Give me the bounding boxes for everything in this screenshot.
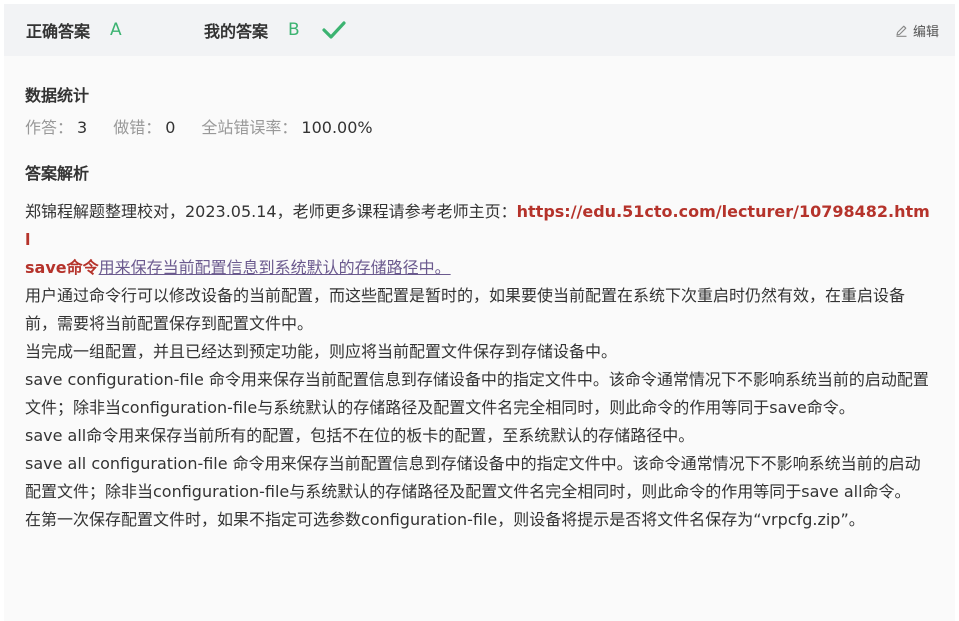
- stat-answered: 作答： 3: [25, 114, 87, 138]
- my-answer-group: 我的答案 B: [204, 4, 346, 56]
- correct-answer-group: 正确答案 A: [26, 4, 122, 56]
- stat-error-rate-value: 100.00%: [301, 118, 373, 137]
- stats-title: 数据统计: [25, 86, 90, 105]
- correct-answer-label: 正确答案: [26, 22, 91, 41]
- analysis-para-1: 用户通过命令行可以修改设备的当前配置，而这些配置是暂时的，如果要使当前配置在系统…: [25, 286, 906, 333]
- analysis-para-6: 在第一次保存配置文件时，如果不指定可选参数configuration-file，…: [25, 510, 865, 529]
- analysis-body: 郑锦程解题整理校对，2023.05.14，老师更多课程请参考老师主页：https…: [25, 198, 935, 534]
- analysis-title: 答案解析: [25, 164, 90, 183]
- check-icon: [322, 20, 346, 40]
- answer-header: 正确答案 A 我的答案 B 编辑: [4, 4, 955, 56]
- correct-answer-value: A: [110, 20, 122, 40]
- intro-text: 郑锦程解题整理校对，2023.05.14，老师更多课程请参考老师主页：: [25, 202, 517, 221]
- analysis-para-3: save configuration-file 命令用来保存当前配置信息到存储设…: [25, 370, 929, 417]
- analysis-intro: 郑锦程解题整理校对，2023.05.14，老师更多课程请参考老师主页：https…: [25, 198, 935, 254]
- stat-wrong-value: 0: [165, 118, 176, 137]
- stat-wrong: 做错： 0: [113, 114, 175, 138]
- save-command-description: 用来保存当前配置信息到系统默认的存储路径中。: [98, 258, 451, 277]
- stat-answered-label: 作答：: [25, 118, 74, 137]
- save-command-line: save命令用来保存当前配置信息到系统默认的存储路径中。: [25, 254, 935, 282]
- edit-button[interactable]: 编辑: [895, 4, 939, 56]
- stat-error-rate: 全站错误率： 100.00%: [201, 114, 372, 138]
- analysis-para-2: 当完成一组配置，并且已经达到预定功能，则应将当前配置文件保存到存储设备中。: [25, 342, 618, 361]
- my-answer-value: B: [288, 20, 300, 40]
- pencil-icon: [895, 24, 908, 37]
- stat-answered-value: 3: [77, 118, 88, 137]
- my-answer-label: 我的答案: [204, 22, 269, 41]
- save-command-keyword: save命令: [25, 258, 99, 277]
- analysis-para-5: save all configuration-file 命令用来保存当前配置信息…: [25, 454, 921, 501]
- stat-error-rate-label: 全站错误率：: [201, 118, 298, 137]
- edit-label: 编辑: [912, 24, 939, 40]
- analysis-para-4: save all命令用来保存当前所有的配置，包括不在位的板卡的配置，至系统默认的…: [25, 426, 695, 445]
- content-panel: 数据统计 作答： 3 做错： 0 全站错误率： 100.00% 答案解析 郑锦程解题整…: [4, 56, 955, 621]
- stats-row: 作答： 3 做错： 0 全站错误率： 100.00%: [25, 114, 399, 138]
- stat-wrong-label: 做错：: [113, 118, 162, 137]
